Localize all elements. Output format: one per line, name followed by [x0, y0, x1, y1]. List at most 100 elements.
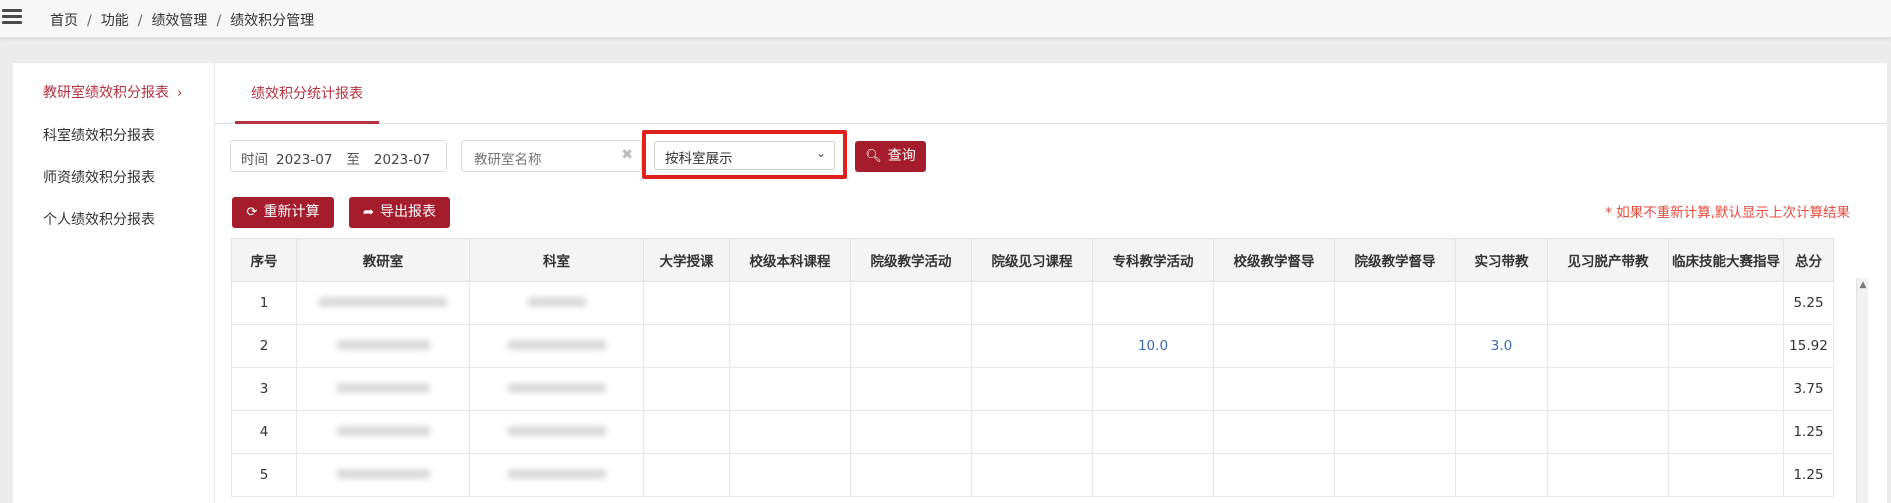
breadcrumb-functions[interactable]: 功能 [101, 13, 129, 29]
redacted-room-name [318, 297, 448, 307]
row-index: 2 [231, 324, 297, 368]
score-cell [1668, 410, 1784, 454]
table-row[interactable]: 2 10.0 3.0 15.92 [231, 324, 1834, 368]
score-cell [1455, 281, 1548, 325]
top-bar: 首页 / 功能 / 绩效管理 / 绩效积分管理 [0, 0, 1891, 38]
vertical-scrollbar[interactable]: ▲ [1856, 278, 1868, 503]
score-cell [643, 281, 730, 325]
score-cell [971, 324, 1093, 368]
dept-cell [469, 410, 644, 454]
room-cell [296, 281, 470, 325]
score-cell [1455, 410, 1548, 454]
chevron-down-icon: ⌄ [815, 146, 826, 160]
score-cell[interactable]: 10.0 [1092, 324, 1214, 368]
col-header: 专科教学活动 [1092, 238, 1214, 282]
row-index: 1 [231, 281, 297, 325]
menu-icon[interactable] [2, 9, 22, 25]
total-cell: 1.25 [1783, 410, 1834, 454]
score-cell [1213, 281, 1335, 325]
score-cell [729, 324, 851, 368]
room-cell [296, 410, 470, 454]
chevron-right-icon: › [177, 86, 183, 101]
table-row[interactable]: 4 1.25 [231, 410, 1834, 454]
total-cell: 5.25 [1783, 281, 1834, 325]
room-cell [296, 453, 470, 497]
redacted-dept-name [506, 469, 607, 479]
display-mode-select[interactable]: 按科室展示 ⌄ [654, 141, 835, 170]
room-name-input[interactable]: 教研室名称 ✖ [461, 140, 642, 172]
score-cell [971, 367, 1093, 411]
score-cell [729, 410, 851, 454]
room-name-placeholder: 教研室名称 [474, 152, 542, 168]
total-cell: 3.75 [1783, 367, 1834, 411]
score-cell [643, 367, 730, 411]
end-month[interactable]: 2023-07 [374, 152, 430, 168]
redacted-dept-name [506, 426, 607, 436]
redacted-dept-name [526, 297, 587, 307]
score-cell [1213, 410, 1335, 454]
scroll-up-icon[interactable]: ▲ [1857, 280, 1869, 290]
score-cell [1334, 281, 1456, 325]
to-label: 至 [346, 152, 360, 168]
score-cell [1213, 453, 1335, 497]
recalc-note: * 如果不重新计算,默认显示上次计算结果 [1605, 205, 1850, 221]
score-cell [850, 367, 972, 411]
main-area: 绩效积分统计报表 时间 2023-07 至 2023-07 教研室名称 ✖ 按科室展示… [215, 63, 1887, 503]
tab-stats-report[interactable]: 绩效积分统计报表 [235, 63, 379, 124]
score-cell [1334, 453, 1456, 497]
table-row[interactable]: 1 5.25 [231, 281, 1834, 325]
score-cell [850, 410, 972, 454]
table-row[interactable]: 3 3.75 [231, 367, 1834, 411]
table-header: 序号 教研室 科室 大学授课 校级本科课程 院级教学活动 院级见习课程 专科教学… [231, 238, 1834, 282]
col-header: 科室 [469, 238, 644, 282]
score-cell [1455, 453, 1548, 497]
col-header: 实习带教 [1455, 238, 1548, 282]
score-cell [1334, 367, 1456, 411]
room-cell [296, 367, 470, 411]
score-cell [971, 410, 1093, 454]
sidebar: 教研室绩效积分报表 › 科室绩效积分报表 师资绩效积分报表 个人绩效积分报表 [13, 63, 215, 503]
dept-cell [469, 453, 644, 497]
query-button[interactable]: 🔍︎ 查询 [855, 141, 926, 172]
refresh-icon: ⟳ [246, 205, 258, 220]
breadcrumb-current: 绩效积分管理 [230, 13, 315, 29]
breadcrumb-performance[interactable]: 绩效管理 [151, 13, 207, 29]
row-index: 5 [231, 453, 297, 497]
start-month[interactable]: 2023-07 [276, 152, 332, 168]
score-cell [850, 453, 972, 497]
col-header: 总分 [1783, 238, 1834, 282]
redacted-room-name [335, 426, 431, 436]
dept-cell [469, 281, 644, 325]
date-range-field[interactable]: 时间 2023-07 至 2023-07 [230, 140, 447, 172]
sidebar-item-personal-report[interactable]: 个人绩效积分报表 [43, 209, 155, 229]
col-header: 校级教学督导 [1213, 238, 1335, 282]
total-cell: 15.92 [1783, 324, 1834, 368]
score-cell [1092, 367, 1214, 411]
col-header: 院级教学活动 [850, 238, 972, 282]
score-cell [1547, 410, 1669, 454]
score-cell [1547, 324, 1669, 368]
sidebar-item-faculty-report[interactable]: 师资绩效积分报表 [43, 167, 155, 187]
score-cell [643, 410, 730, 454]
row-index: 4 [231, 410, 297, 454]
breadcrumb: 首页 / 功能 / 绩效管理 / 绩效积分管理 [50, 13, 315, 29]
score-cell[interactable]: 3.0 [1455, 324, 1548, 368]
room-cell [296, 324, 470, 368]
col-header: 校级本科课程 [729, 238, 851, 282]
score-cell [850, 281, 972, 325]
clear-icon[interactable]: ✖ [621, 147, 633, 163]
score-cell [1213, 367, 1335, 411]
score-cell [643, 324, 730, 368]
export-button[interactable]: ➦ 导出报表 [349, 197, 450, 228]
sidebar-item-room-report[interactable]: 教研室绩效积分报表 › [43, 82, 182, 102]
breadcrumb-home[interactable]: 首页 [50, 13, 78, 29]
search-icon: 🔍︎ [865, 149, 882, 164]
score-cell [1668, 367, 1784, 411]
tab-bar: 绩效积分统计报表 [215, 63, 1887, 124]
table-row[interactable]: 5 1.25 [231, 453, 1834, 497]
recalculate-button[interactable]: ⟳ 重新计算 [232, 197, 334, 228]
redacted-room-name [335, 340, 431, 350]
score-cell [1092, 410, 1214, 454]
sidebar-item-dept-report[interactable]: 科室绩效积分报表 [43, 125, 155, 145]
redacted-dept-name [506, 340, 607, 350]
